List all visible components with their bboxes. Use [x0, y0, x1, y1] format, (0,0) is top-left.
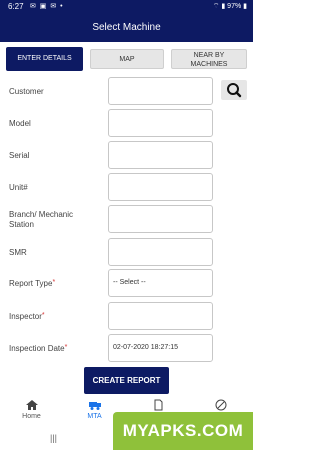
- customer-field[interactable]: [108, 77, 213, 105]
- customer-label: Customer: [9, 87, 44, 96]
- notification-icons: ✉ ▣ ✉ •: [30, 3, 64, 10]
- required-mark: *: [52, 279, 56, 286]
- smr-label: SMR: [9, 248, 27, 257]
- required-mark: *: [64, 344, 68, 351]
- inspector-field[interactable]: [108, 302, 213, 330]
- watermark-banner: MYAPKS.COM: [113, 412, 253, 450]
- model-label: Model: [9, 119, 31, 128]
- tab-enter-details[interactable]: ENTER DETAILS: [6, 47, 83, 71]
- status-time: 6:27: [8, 2, 24, 11]
- branch-field[interactable]: [108, 205, 213, 233]
- serial-label: Serial: [9, 151, 30, 160]
- mta-icon: [88, 402, 101, 410]
- report-type-label: Report Type*: [9, 279, 56, 288]
- inspector-label: Inspector*: [9, 312, 45, 321]
- document-icon: [154, 399, 162, 411]
- tab-near-by-machines[interactable]: NEAR BY MACHINES: [171, 49, 247, 69]
- inspection-date-field[interactable]: 02-07-2020 18:27:15: [108, 334, 213, 362]
- inspection-date-label: Inspection Date*: [9, 344, 68, 353]
- model-field[interactable]: [108, 109, 213, 137]
- status-right: ⌔ ▮ 97% ▮: [212, 3, 247, 10]
- page-title: Select Machine: [92, 22, 161, 33]
- required-mark: *: [41, 312, 45, 319]
- branch-label: Branch/ Mechanic Station: [9, 210, 74, 229]
- compass-icon: [215, 399, 226, 411]
- nav-home[interactable]: Home: [0, 395, 63, 425]
- nav-home-label: Home: [22, 413, 41, 420]
- report-type-select[interactable]: -- Select --: [108, 269, 213, 297]
- search-icon: [227, 83, 242, 98]
- create-report-button[interactable]: CREATE REPORT: [84, 367, 169, 394]
- home-icon: [25, 400, 38, 410]
- unit-label: Unit#: [9, 183, 28, 192]
- recent-apps-icon[interactable]: |||: [50, 433, 57, 443]
- app-bar: Select Machine: [0, 14, 253, 42]
- status-bar: 6:27 ✉ ▣ ✉ • ⌔ ▮ 97% ▮: [0, 0, 253, 14]
- tab-map[interactable]: MAP: [90, 49, 164, 69]
- search-button[interactable]: [221, 80, 247, 100]
- watermark-text: MYAPKS.COM: [122, 421, 244, 440]
- smr-field[interactable]: [108, 238, 213, 266]
- serial-field[interactable]: [108, 141, 213, 169]
- system-nav-bar: |||: [0, 425, 113, 450]
- unit-field[interactable]: [108, 173, 213, 201]
